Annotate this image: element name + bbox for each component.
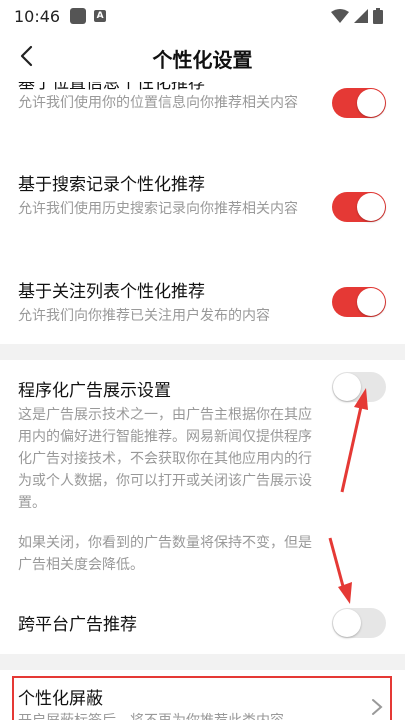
status-time: 10:46 [14,6,61,26]
section-divider [0,654,405,670]
setting-search-history: 基于搜索记录个性化推荐 允许我们使用历史搜索记录向你推荐相关内容 [0,170,405,240]
setting-programmatic-ads-title: 程序化广告展示设置 [18,381,171,401]
setting-cross-platform-ads-title: 跨平台广告推荐 [18,615,137,635]
status-bar: 10:46 A [0,0,405,32]
setting-programmatic-ads-note: 如果关闭，你看到的广告数量将保持不变，但是广告相关度会降低。 [18,535,312,573]
app-notification-icon: A [94,10,107,22]
setting-follow-list: 基于关注列表个性化推荐 允许我们向你推荐已关注用户发布的内容 [0,277,405,327]
setting-programmatic-ads-desc: 这是广告展示技术之一，由广告主根据你在其应用内的偏好进行智能推荐。网易新闻仅提供… [18,407,312,511]
setting-programmatic-ads: 程序化广告展示设置 这是广告展示技术之一，由广告主根据你在其应用内的偏好进行智能… [0,372,405,574]
toggle-cross-platform-ads[interactable] [332,608,386,638]
chevron-right-icon[interactable] [371,698,383,716]
setting-cross-platform-ads: 跨平台广告推荐 [0,608,405,638]
page-title: 个性化设置 [152,48,253,72]
wifi-icon [331,9,349,23]
setting-follow-list-desc: 允许我们向你推荐已关注用户发布的内容 [18,308,270,324]
setting-personalized-block[interactable]: 个性化屏蔽 开启屏蔽标签后，将不再为你推荐此类内容 [0,682,405,720]
setting-follow-list-title: 基于关注列表个性化推荐 [18,282,205,302]
signal-icon [354,9,368,23]
nav-bar: 个性化设置 [0,32,405,82]
setting-search-history-title: 基于搜索记录个性化推荐 [18,175,205,195]
toggle-follow-list[interactable] [332,287,386,317]
setting-location: 基于位置信息个性化推荐 允许我们使用你的位置信息向你推荐相关内容 [0,82,405,152]
notification-icon [70,8,87,24]
toggle-programmatic-ads[interactable] [332,372,386,402]
setting-personalized-block-title: 个性化屏蔽 [18,689,103,709]
toggle-search-history[interactable] [332,192,386,222]
setting-location-desc: 允许我们使用你的位置信息向你推荐相关内容 [18,95,298,111]
battery-icon [373,8,383,24]
section-divider [0,344,405,360]
setting-personalized-block-desc: 开启屏蔽标签后，将不再为你推荐此类内容 [18,710,338,720]
setting-search-history-desc: 允许我们使用历史搜索记录向你推荐相关内容 [18,201,298,217]
toggle-location[interactable] [332,88,386,118]
settings-list[interactable]: 基于位置信息个性化推荐 允许我们使用你的位置信息向你推荐相关内容 基于搜索记录个… [0,82,405,720]
